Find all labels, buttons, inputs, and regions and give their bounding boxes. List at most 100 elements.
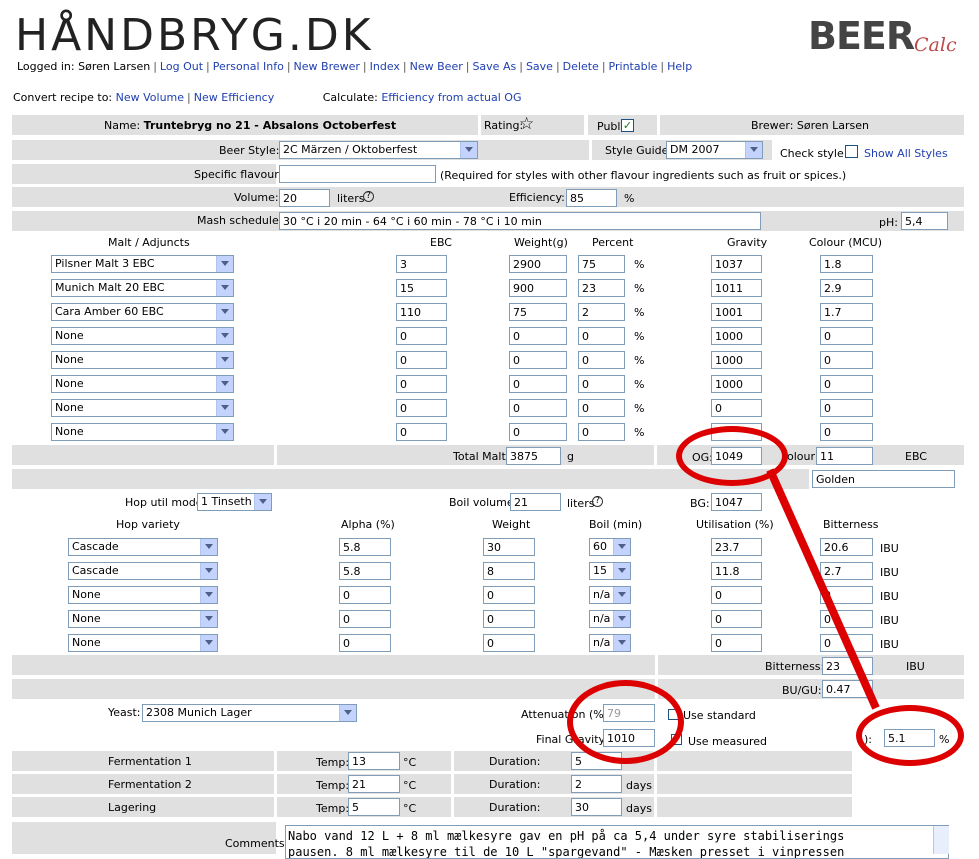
malt-select[interactable]: None (51, 423, 234, 441)
hop-weight-input[interactable] (483, 562, 535, 580)
malt-weight-input[interactable] (509, 399, 567, 417)
malt-percent-input[interactable] (578, 279, 625, 297)
malt-ebc-input[interactable] (396, 255, 447, 273)
ph-input[interactable] (901, 212, 948, 230)
use-standard-radio[interactable] (668, 709, 679, 720)
use-measured-radio[interactable] (671, 734, 682, 745)
volume-input[interactable] (279, 189, 330, 207)
malt-ebc-input[interactable] (396, 327, 447, 345)
malt-percent-input[interactable] (578, 423, 625, 441)
malt-percent-input[interactable] (578, 375, 625, 393)
malt-select[interactable]: None (51, 327, 234, 345)
nav-save[interactable]: Save (526, 60, 553, 73)
new-efficiency-link[interactable]: New Efficiency (194, 91, 274, 104)
hop-boil-select[interactable]: n/a (589, 634, 631, 652)
hop-select[interactable]: Cascade (68, 538, 218, 556)
hop-select[interactable]: None (68, 610, 218, 628)
check-style-checkbox[interactable] (845, 145, 858, 158)
nav-printable[interactable]: Printable (609, 60, 658, 73)
ferm-duration-input[interactable] (571, 775, 622, 793)
nav-save-as[interactable]: Save As (472, 60, 516, 73)
malt-weight-input[interactable] (509, 255, 567, 273)
ferm-duration-input[interactable] (571, 752, 622, 770)
ferm-temp-input[interactable] (348, 775, 400, 793)
malt-weight-input[interactable] (509, 375, 567, 393)
malt-select[interactable]: Cara Amber 60 EBC (51, 303, 234, 321)
hop-boil-select[interactable]: n/a (589, 610, 631, 628)
help-icon[interactable]: ? (363, 191, 374, 202)
attenuation-input[interactable] (603, 704, 655, 722)
style-guide-select[interactable]: DM 2007 (666, 141, 763, 159)
hop-bitterness-input (820, 538, 873, 556)
hop-alpha-input[interactable] (339, 610, 391, 628)
malt-select[interactable]: None (51, 375, 234, 393)
hop-weight-input[interactable] (483, 586, 535, 604)
malt-percent-input[interactable] (578, 255, 625, 273)
malt-ebc-input[interactable] (396, 279, 447, 297)
malt-weight-input[interactable] (509, 279, 567, 297)
nav-help[interactable]: Help (667, 60, 692, 73)
recipe-name-value: Truntebryg no 21 - Absalons Octoberfest (143, 119, 397, 132)
rating-star-icon[interactable]: ☆ (519, 114, 534, 134)
hop-alpha-input[interactable] (339, 538, 391, 556)
nav-new-beer[interactable]: New Beer (410, 60, 463, 73)
hop-boil-select[interactable]: n/a (589, 586, 631, 604)
malt-select[interactable]: Pilsner Malt 3 EBC (51, 255, 234, 273)
malt-select[interactable]: None (51, 351, 234, 369)
malt-weight-input[interactable] (509, 327, 567, 345)
hop-alpha-input[interactable] (339, 586, 391, 604)
public-checkbox[interactable]: ✓ (621, 119, 634, 132)
malt-ebc-input[interactable] (396, 303, 447, 321)
hop-alpha-input[interactable] (339, 562, 391, 580)
hop-select[interactable]: None (68, 634, 218, 652)
ferm-duration-input[interactable] (571, 798, 622, 816)
malt-percent-input[interactable] (578, 399, 625, 417)
ferm-temp-input[interactable] (348, 798, 400, 816)
malt-ebc-input[interactable] (396, 399, 447, 417)
hop-select[interactable]: None (68, 586, 218, 604)
malt-select[interactable]: Munich Malt 20 EBC (51, 279, 234, 297)
boil-volume-input[interactable] (510, 493, 561, 511)
malt-ebc-input[interactable] (396, 351, 447, 369)
hop-weight-input[interactable] (483, 634, 535, 652)
malt-weight-input[interactable] (509, 423, 567, 441)
malt-gravity-input (711, 255, 762, 273)
malt-percent-input[interactable] (578, 303, 625, 321)
hop-boil-select[interactable]: 15 (589, 562, 631, 580)
hop-select-value: None (72, 612, 101, 625)
ph-label: pH: (879, 216, 898, 229)
hop-select[interactable]: Cascade (68, 562, 218, 580)
nav-index[interactable]: Index (370, 60, 400, 73)
hop-weight-input[interactable] (483, 610, 535, 628)
beer-style-select[interactable]: 2C Märzen / Oktoberfest (279, 141, 478, 159)
malt-ebc-input[interactable] (396, 423, 447, 441)
malt-percent-input[interactable] (578, 351, 625, 369)
efficiency-from-og-link[interactable]: Efficiency from actual OG (381, 91, 521, 104)
help-icon[interactable]: ? (592, 496, 603, 507)
malt-weight-input[interactable] (509, 351, 567, 369)
show-all-styles-link[interactable]: Show All Styles (864, 147, 948, 160)
beer-style-value: 2C Märzen / Oktoberfest (283, 143, 418, 156)
hop-alpha-input[interactable] (339, 634, 391, 652)
final-gravity-input[interactable] (603, 729, 655, 747)
nav-log-out[interactable]: Log Out (160, 60, 203, 73)
malt-weight-input[interactable] (509, 303, 567, 321)
new-volume-link[interactable]: New Volume (116, 91, 184, 104)
nav-delete[interactable]: Delete (563, 60, 599, 73)
chevron-down-icon (200, 611, 217, 627)
efficiency-input[interactable] (566, 189, 617, 207)
nav-personal-info[interactable]: Personal Info (213, 60, 284, 73)
malt-select[interactable]: None (51, 399, 234, 417)
hop-weight-input[interactable] (483, 538, 535, 556)
malt-percent-input[interactable] (578, 327, 625, 345)
mash-input[interactable] (279, 212, 761, 230)
flavour-input[interactable] (279, 165, 436, 183)
comments-scrollbar[interactable] (933, 826, 949, 854)
ferm-temp-input[interactable] (348, 752, 400, 770)
hop-boil-select[interactable]: 60 (589, 538, 631, 556)
yeast-select[interactable]: 2308 Munich Lager (142, 704, 357, 722)
malt-colour-input (820, 303, 873, 321)
hop-util-select[interactable]: 1 Tinseth (197, 493, 272, 511)
malt-ebc-input[interactable] (396, 375, 447, 393)
nav-new-brewer[interactable]: New Brewer (294, 60, 360, 73)
